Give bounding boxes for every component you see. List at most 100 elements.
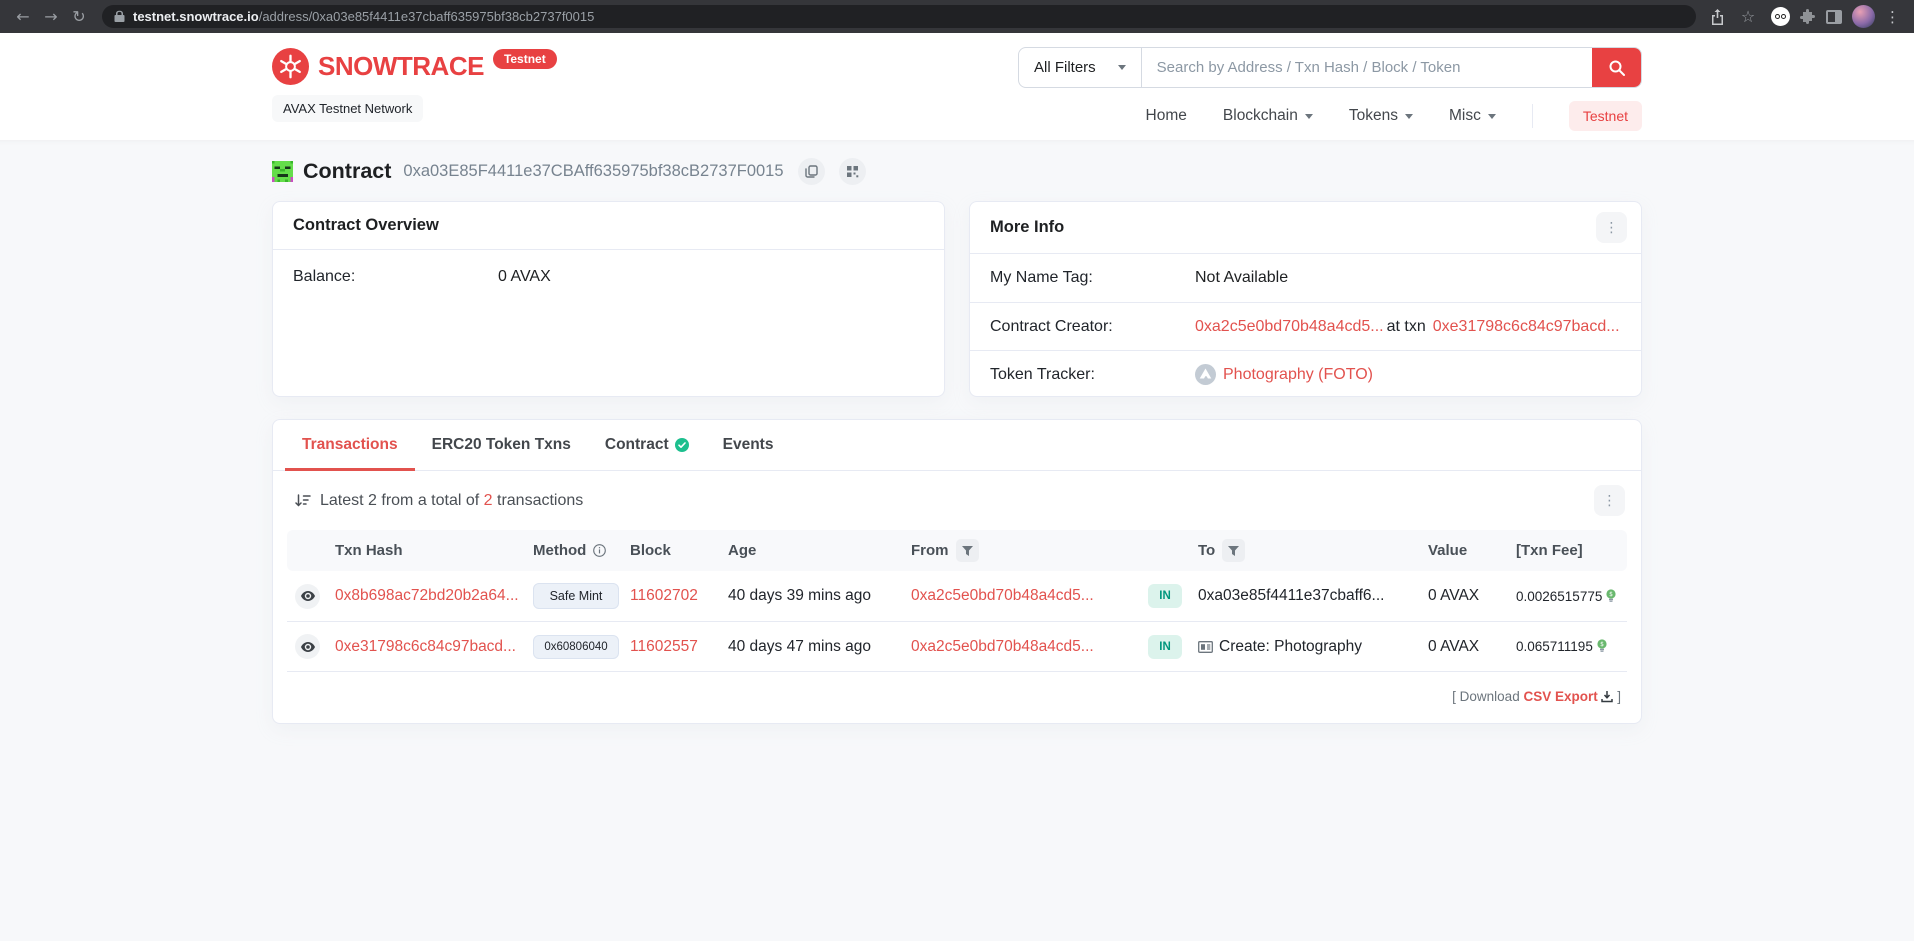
table-options-button[interactable]: ⋮ [1594, 485, 1625, 516]
col-to: To [1190, 530, 1420, 571]
chevron-down-icon [1488, 114, 1496, 119]
browser-menu-icon[interactable]: ⋮ [1885, 8, 1900, 26]
balance-value: 0 AVAX [498, 268, 551, 286]
eye-icon [301, 642, 315, 652]
tab-events[interactable]: Events [706, 420, 791, 471]
network-label: AVAX Testnet Network [272, 95, 423, 122]
contract-creator-label: Contract Creator: [990, 318, 1195, 336]
tab-erc20-token-txns[interactable]: ERC20 Token Txns [415, 420, 588, 471]
info-circle-icon[interactable] [593, 544, 606, 557]
nav-testnet-button[interactable]: Testnet [1569, 101, 1642, 131]
copy-address-button[interactable] [798, 158, 825, 185]
browser-reload-button[interactable]: ↻ [66, 4, 92, 30]
name-tag-label: My Name Tag: [990, 269, 1195, 287]
tab-bar: Transactions ERC20 Token Txns Contract E… [273, 420, 1641, 471]
nav-divider [1532, 104, 1533, 128]
direction-in-badge: IN [1148, 584, 1182, 608]
table-row: 0x8b698ac72bd20b2a64... Safe Mint 116027… [287, 571, 1627, 622]
search-button[interactable] [1592, 48, 1641, 87]
puzzle-extensions-icon[interactable] [1800, 9, 1816, 25]
at-txn-text: at txn [1387, 318, 1426, 335]
creator-address-link[interactable]: 0xa2c5e0bd70b48a4cd5... [1195, 318, 1384, 335]
search-icon [1609, 60, 1625, 76]
txn-hash-link[interactable]: 0xe31798c6c84c97bacd... [335, 638, 516, 655]
nav-tokens[interactable]: Tokens [1349, 107, 1413, 125]
tab-transactions[interactable]: Transactions [285, 420, 415, 471]
search-filter-label: All Filters [1034, 59, 1096, 76]
col-method-label: Method [533, 542, 586, 559]
download-icon [1601, 691, 1613, 703]
to-contract-name: Create: Photography [1219, 638, 1362, 656]
snowflake-logo-icon [272, 48, 309, 85]
nav-tokens-label: Tokens [1349, 107, 1398, 125]
token-tracker-label: Token Tracker: [990, 366, 1195, 384]
chevron-down-icon [1405, 114, 1413, 119]
token-logo-icon [1195, 364, 1216, 385]
verified-check-icon [675, 438, 689, 452]
lock-icon [114, 10, 125, 23]
csv-export-link[interactable]: CSV Export [1523, 689, 1597, 704]
block-link[interactable]: 11602702 [630, 587, 698, 604]
logo-testnet-badge: Testnet [493, 49, 557, 69]
browser-address-bar[interactable]: testnet.snowtrace.io/address/0xa03e85f44… [102, 5, 1696, 28]
nav-misc[interactable]: Misc [1449, 107, 1496, 125]
extension-owl-icon[interactable] [1771, 7, 1790, 26]
search-input[interactable] [1142, 48, 1592, 87]
qr-code-button[interactable] [839, 158, 866, 185]
tx-preview-button[interactable] [295, 584, 320, 609]
download-suffix: ] [1613, 689, 1621, 704]
url-domain: testnet.snowtrace.io [133, 9, 259, 24]
snowtrace-logo[interactable]: SNOWTRACE Testnet [272, 48, 557, 85]
more-info-menu-button[interactable]: ⋮ [1596, 212, 1627, 243]
browser-profile-avatar[interactable] [1852, 5, 1875, 28]
browser-back-button[interactable]: ← [10, 4, 36, 30]
transactions-summary: Latest 2 from a total of 2 transactions [320, 492, 583, 510]
from-address-link[interactable]: 0xa2c5e0bd70b48a4cd5... [911, 638, 1094, 655]
col-age[interactable]: Age [720, 530, 903, 571]
method-badge: 0x60806040 [533, 635, 619, 659]
txn-fee-value: 0.065711195 [1516, 639, 1593, 654]
block-link[interactable]: 11602557 [630, 638, 698, 655]
bookmark-star-icon[interactable]: ☆ [1735, 4, 1761, 30]
txn-hash-link[interactable]: 0x8b698ac72bd20b2a64... [335, 587, 519, 604]
eye-icon [301, 591, 315, 601]
funnel-icon [962, 546, 973, 556]
kebab-menu-icon: ⋮ [1605, 220, 1619, 236]
search-filter-select[interactable]: All Filters [1019, 48, 1142, 87]
nav-blockchain[interactable]: Blockchain [1223, 107, 1313, 125]
browser-forward-button[interactable]: → [38, 4, 64, 30]
to-filter-button[interactable] [1222, 539, 1245, 562]
contract-address: 0xa03E85F4411e37CBAff635975bf38cB2737F00… [403, 162, 783, 181]
contract-doc-icon [1198, 641, 1213, 653]
sort-icon [295, 493, 311, 508]
side-panel-icon[interactable] [1826, 10, 1842, 24]
col-to-label: To [1198, 542, 1215, 559]
token-tracker-link[interactable]: Photography (FOTO) [1223, 366, 1373, 384]
url-path: /address/0xa03e85f4411e37cbaff635975bf38… [259, 9, 595, 24]
search-bar: All Filters [1018, 47, 1642, 88]
method-badge: Safe Mint [533, 583, 619, 609]
creator-txn-link[interactable]: 0xe31798c6c84c97bacd... [1433, 318, 1620, 335]
nav-misc-label: Misc [1449, 107, 1481, 125]
tx-preview-button[interactable] [295, 634, 320, 659]
name-tag-value: Not Available [1195, 269, 1288, 287]
from-address-link[interactable]: 0xa2c5e0bd70b48a4cd5... [911, 587, 1094, 604]
funnel-icon [1228, 546, 1239, 556]
svg-text:$: $ [1609, 591, 1613, 598]
chevron-down-icon [1118, 65, 1126, 70]
nav-blockchain-label: Blockchain [1223, 107, 1298, 125]
from-filter-button[interactable] [956, 539, 979, 562]
tab-contract-label: Contract [605, 436, 669, 454]
table-header-row: Txn Hash Method Block Age [287, 530, 1627, 571]
share-icon[interactable] [1710, 9, 1725, 25]
nav-home[interactable]: Home [1146, 107, 1187, 125]
age-value: 40 days 47 mins ago [720, 622, 903, 672]
transactions-table: Txn Hash Method Block Age [287, 530, 1627, 672]
csv-export-row: [ Download CSV Export ] [273, 672, 1641, 723]
to-address: 0xa03e85f4411e37cbaff6... [1190, 571, 1420, 622]
col-method: Method [525, 530, 622, 571]
summary-prefix: Latest 2 from a total of [320, 492, 484, 509]
col-from: From [903, 530, 1140, 571]
tab-contract[interactable]: Contract [588, 420, 706, 471]
more-info-card-title: More Info [990, 218, 1064, 237]
